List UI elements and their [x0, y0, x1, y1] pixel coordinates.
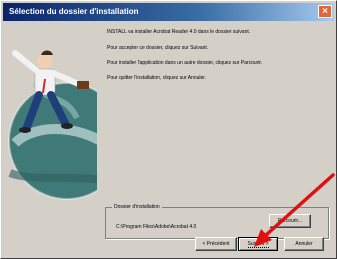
cancel-button[interactable]: Annuler [284, 237, 324, 251]
title-bar[interactable]: Sélection du dossier d'installation × [3, 3, 334, 21]
install-intro-text: INSTALL va installer Acrobat Reader 4.0 … [107, 29, 251, 35]
close-button[interactable]: × [318, 5, 332, 18]
cancel-instruction-text: Pour quitter l'installation, cliquez sur… [107, 75, 207, 81]
window-title: Sélection du dossier d'installation [9, 7, 139, 16]
browse-instruction-text: Pour installer l'application dans un aut… [107, 60, 263, 66]
back-button[interactable]: < Précédent [195, 237, 237, 251]
destination-folder-path: C:\Program Files\Adobe\Acrobat 4.0 [116, 224, 197, 230]
next-button[interactable]: Suivant > [238, 237, 278, 251]
accept-instruction-text: Pour accepter ce dossier, cliquez sur Su… [107, 45, 209, 51]
close-icon: × [322, 6, 328, 17]
destination-folder-label: Dossier d'installation [112, 204, 162, 210]
browse-button[interactable]: Parcourir... [269, 214, 311, 228]
setup-dialog: Sélection du dossier d'installation × IN… [0, 0, 337, 259]
instructions: INSTALL va installer Acrobat Reader 4.0 … [107, 29, 317, 90]
next-button-label: Suivant > [247, 241, 269, 248]
setup-illustration [5, 23, 97, 223]
